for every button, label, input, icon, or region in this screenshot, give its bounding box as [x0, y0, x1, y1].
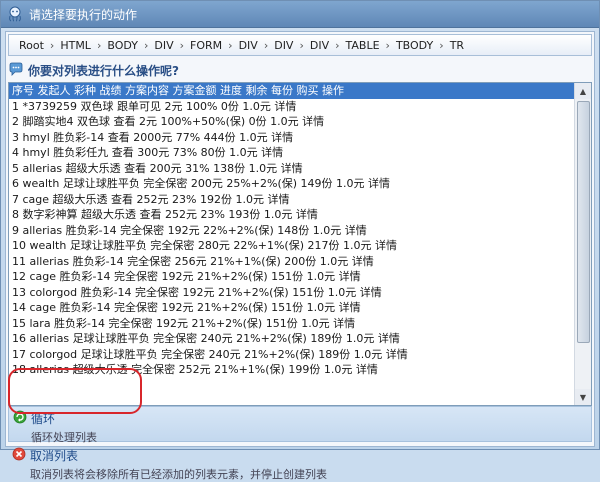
vertical-scrollbar[interactable]: ▲ ▼	[574, 83, 591, 405]
scroll-down-icon[interactable]: ▼	[575, 389, 591, 405]
list-item[interactable]: 3 hmyl 胜负彩-14 查看 2000元 77% 444份 1.0元 详情	[9, 130, 575, 146]
element-listbox[interactable]: 序号 发起人 彩种 战绩 方案内容 方案金额 进度 剩余 每份 购买 操作 1 …	[8, 82, 592, 406]
breadcrumb-item[interactable]: DIV	[304, 39, 335, 52]
breadcrumb-item[interactable]: DIV	[148, 39, 179, 52]
list-item[interactable]: 12 cage 胜负彩-14 完全保密 192元 21%+2%(保) 151份 …	[9, 269, 575, 285]
breadcrumb-item[interactable]: TR	[444, 39, 470, 52]
dialog-content: Root › HTML › BODY › DIV › FORM › DIV › DIV › DIV › TABL…	[5, 31, 595, 481]
list-item[interactable]: 10 wealth 足球让球胜平负 完全保密 280元 22%+1%(保) 21…	[9, 238, 575, 254]
list-header-row[interactable]: 序号 发起人 彩种 战绩 方案内容 方案金额 进度 剩余 每份 购买 操作	[9, 83, 575, 99]
breadcrumb-item[interactable]: DIV	[268, 39, 299, 52]
title-bar: 请选择要执行的动作	[1, 1, 599, 28]
list-item[interactable]: 17 colorgod 足球让球胜平负 完全保密 240元 21%+2%(保) …	[9, 347, 575, 363]
list-rows: 序号 发起人 彩种 战绩 方案内容 方案金额 进度 剩余 每份 购买 操作 1 …	[9, 83, 575, 405]
breadcrumb-item[interactable]: TBODY	[390, 39, 439, 52]
list-item[interactable]: 11 allerias 胜负彩-14 完全保密 256元 21%+1%(保) 2…	[9, 254, 575, 270]
breadcrumb-item[interactable]: HTML	[54, 39, 97, 52]
speech-bubble-icon	[9, 62, 23, 76]
cancel-list-option[interactable]: 取消列表 取消列表将会移除所有已经添加的列表元素，并停止创建列表	[8, 444, 592, 481]
list-item[interactable]: 13 colorgod 胜负彩-14 完全保密 192元 21%+2%(保) 1…	[9, 285, 575, 301]
breadcrumb-item[interactable]: Root	[13, 39, 50, 52]
list-item[interactable]: 16 allerias 足球让球胜平负 完全保密 240元 21%+2%(保) …	[9, 331, 575, 347]
window-title: 请选择要执行的动作	[29, 7, 138, 22]
action-dialog: 请选择要执行的动作 Root › HTML › BODY › DIV › FORM › DIV › DI…	[0, 0, 600, 481]
question-heading: 你要对列表进行什么操作呢?	[8, 60, 592, 80]
list-item[interactable]: 14 cage 胜负彩-14 完全保密 192元 21%+2%(保) 151份 …	[9, 300, 575, 316]
app-octopus-icon	[9, 6, 21, 22]
list-item[interactable]: 5 allerias 超级大乐透 查看 200元 31% 138份 1.0元 详…	[9, 161, 575, 177]
scroll-up-icon[interactable]: ▲	[575, 83, 591, 99]
list-item[interactable]: 2 脚踏实地4 双色球 查看 2元 100%+50%(保) 0份 1.0元 详情	[9, 114, 575, 130]
loop-option-desc: 循环处理列表	[31, 431, 97, 444]
breadcrumb: Root › HTML › BODY › DIV › FORM › DIV › DIV › DIV › TABL…	[8, 34, 592, 56]
cancel-list-option-desc: 取消列表将会移除所有已经添加的列表元素，并停止创建列表	[30, 468, 327, 481]
breadcrumb-item[interactable]: FORM	[184, 39, 228, 52]
list-item[interactable]: 1 *3739259 双色球 跟单可见 2元 100% 0份 1.0元 详情	[9, 99, 575, 115]
list-item[interactable]: 4 hmyl 胜负彩任九 查看 300元 73% 80份 1.0元 详情	[9, 145, 575, 161]
breadcrumb-item[interactable]: DIV	[233, 39, 264, 52]
list-item[interactable]: 8 数字彩神算 超级大乐透 查看 252元 23% 193份 1.0元 详情	[9, 207, 575, 223]
close-icon	[12, 447, 26, 461]
question-text: 你要对列表进行什么操作呢?	[28, 63, 179, 78]
list-item[interactable]: 6 wealth 足球让球胜平负 完全保密 200元 25%+2%(保) 149…	[9, 176, 575, 192]
scroll-thumb[interactable]	[577, 101, 590, 343]
list-item[interactable]: 7 cage 超级大乐透 查看 252元 23% 192份 1.0元 详情	[9, 192, 575, 208]
list-item[interactable]: 9 allerias 胜负彩-14 完全保密 192元 22%+2%(保) 14…	[9, 223, 575, 239]
annotation-highlight-circle	[8, 368, 142, 414]
breadcrumb-item[interactable]: TABLE	[340, 39, 386, 52]
breadcrumb-item[interactable]: BODY	[101, 39, 144, 52]
list-item[interactable]: 15 lara 胜负彩-14 完全保密 192元 21%+2%(保) 151份 …	[9, 316, 575, 332]
